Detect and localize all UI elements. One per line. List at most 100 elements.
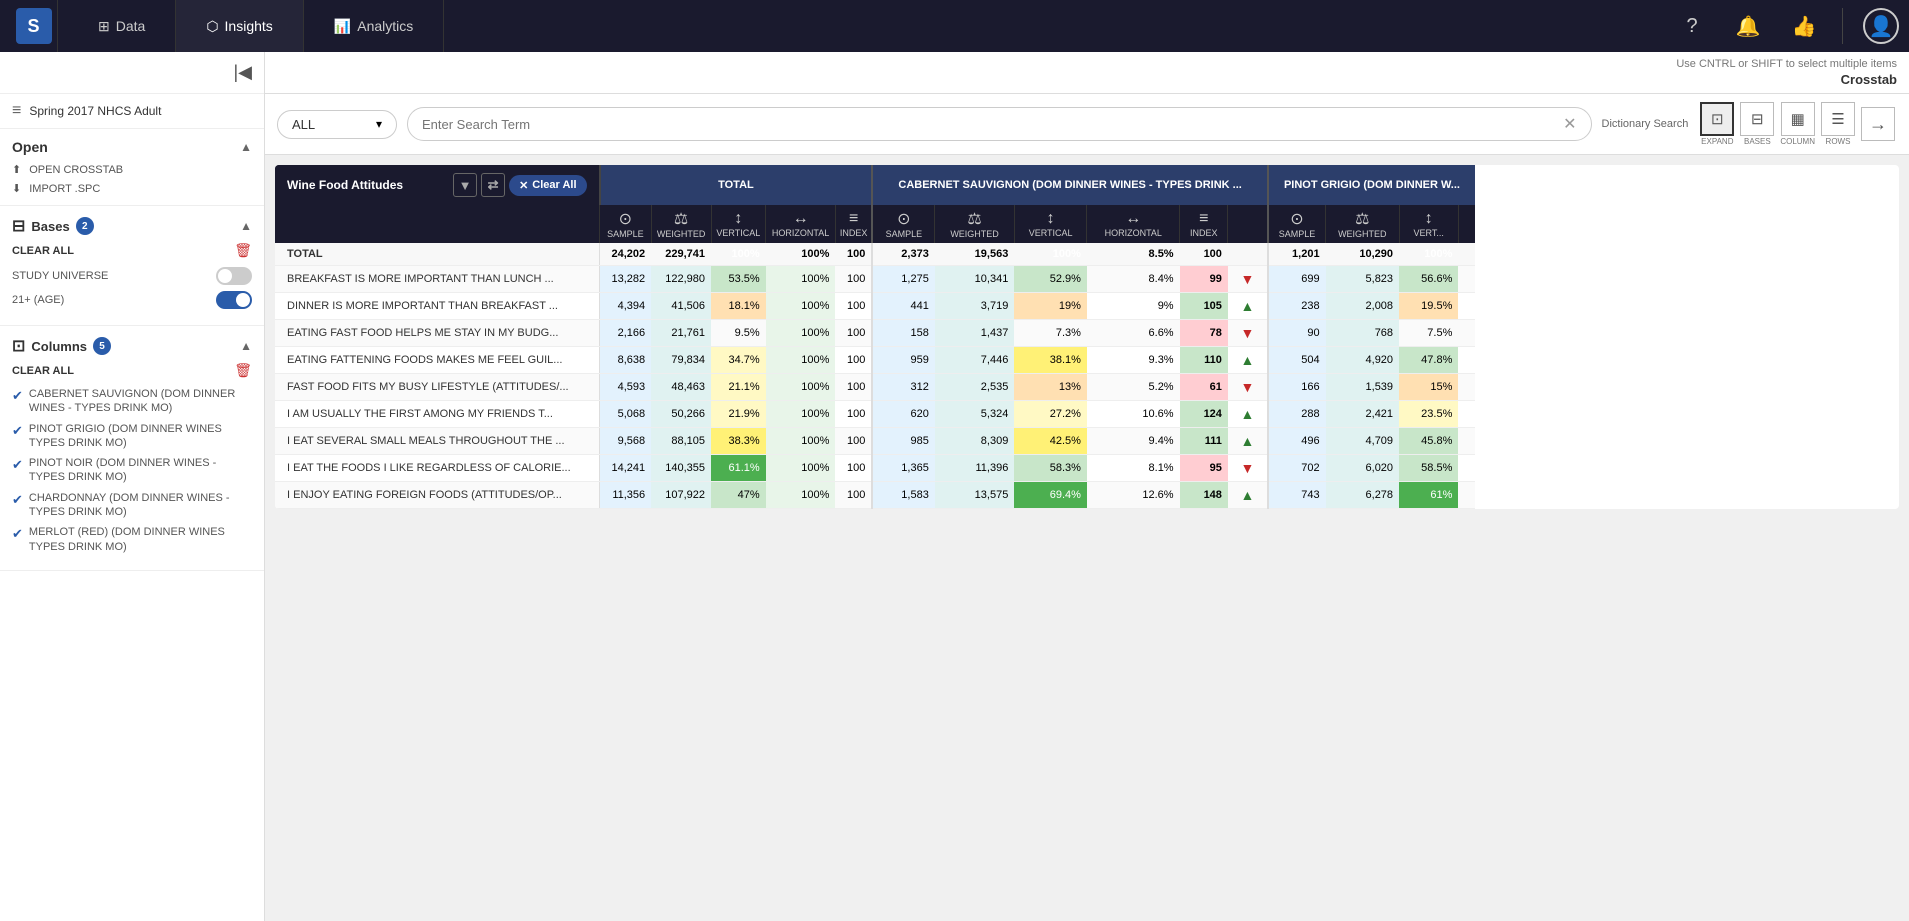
- data-cell: [1458, 293, 1475, 320]
- app-logo[interactable]: S: [10, 0, 58, 52]
- data-cell: 6,020: [1326, 455, 1399, 482]
- data-cell: 5,324: [935, 401, 1015, 428]
- arrow-cell: [1228, 243, 1268, 266]
- data-cell: 69.4%: [1014, 482, 1087, 509]
- data-cell: 768: [1326, 320, 1399, 347]
- col-chardonnay-label: CHARDONNAY (DOM DINNER WINES - TYPES DRI…: [29, 491, 252, 520]
- total-group-header: TOTAL: [600, 165, 873, 205]
- data-cell: [1458, 374, 1475, 401]
- data-cell: 100: [835, 347, 872, 374]
- table-row: FAST FOOD FITS MY BUSY LIFESTYLE (ATTITU…: [275, 374, 1475, 401]
- data-cell: 9.4%: [1087, 428, 1180, 455]
- data-cell: 27.2%: [1014, 401, 1087, 428]
- col-item-chardonnay: ✔ CHARDONNAY (DOM DINNER WINES - TYPES D…: [12, 491, 252, 520]
- help-icon[interactable]: ?: [1674, 8, 1710, 44]
- import-spc-label: IMPORT .SPC: [29, 183, 100, 195]
- crosstab-label: Crosstab: [1841, 72, 1897, 87]
- data-cell: 3,719: [935, 293, 1015, 320]
- like-icon[interactable]: 👍: [1786, 8, 1822, 44]
- data-cell: 5,068: [600, 401, 652, 428]
- data-cell: 13,575: [935, 482, 1015, 509]
- data-cell: 702: [1268, 455, 1326, 482]
- data-cell: 21.1%: [711, 374, 766, 401]
- data-cell: 58.3%: [1014, 455, 1087, 482]
- data-cell: 959: [872, 347, 934, 374]
- data-cell: 7.3%: [1014, 320, 1087, 347]
- data-cell: 100%: [711, 243, 766, 266]
- col-item-pinot-noir: ✔ PINOT NOIR (DOM DINNER WINES - TYPES D…: [12, 456, 252, 485]
- search-input[interactable]: [422, 117, 1557, 132]
- user-avatar[interactable]: 👤: [1863, 8, 1899, 44]
- data-cell: 13,282: [600, 266, 652, 293]
- col-pinot-grigio-check: ✔: [12, 423, 23, 439]
- data-cell: 620: [872, 401, 934, 428]
- data-cell: 41,506: [651, 293, 711, 320]
- nav-items: ⊞ Data ⬡ Insights 📊 Analytics: [68, 0, 1674, 52]
- row-label: EATING FAST FOOD HELPS ME STAY IN MY BUD…: [275, 320, 600, 347]
- row-label: FAST FOOD FITS MY BUSY LIFESTYLE (ATTITU…: [275, 374, 600, 401]
- search-box: ✕: [407, 107, 1592, 141]
- import-spc-link[interactable]: ⬇ IMPORT .SPC: [12, 182, 252, 195]
- data-cell: 699: [1268, 266, 1326, 293]
- nav-analytics[interactable]: 📊 Analytics: [304, 0, 444, 52]
- bases-view-button[interactable]: ⊟: [1740, 102, 1774, 136]
- open-crosstab-link[interactable]: ⬆ OPEN CROSSTAB: [12, 163, 252, 176]
- nav-data[interactable]: ⊞ Data: [68, 0, 176, 52]
- column-view-button[interactable]: ▦: [1781, 102, 1815, 136]
- table-row: I AM USUALLY THE FIRST AMONG MY FRIENDS …: [275, 401, 1475, 428]
- expand-view-button[interactable]: ⊡: [1700, 102, 1734, 136]
- bases-title: ⊟ Bases 2: [12, 216, 94, 236]
- swap-button[interactable]: ⇄: [481, 173, 505, 197]
- search-clear-icon[interactable]: ✕: [1563, 114, 1576, 134]
- export-button[interactable]: →: [1861, 107, 1895, 141]
- data-cell: 743: [1268, 482, 1326, 509]
- data-cell: 95: [1180, 455, 1228, 482]
- data-cell: 52.9%: [1014, 266, 1087, 293]
- data-cell: 4,920: [1326, 347, 1399, 374]
- table-area[interactable]: Wine Food Attitudes ▼ ⇄ ✕ Clea: [265, 155, 1909, 921]
- columns-clear-all-label: CLEAR ALL: [12, 365, 74, 377]
- top-navigation: S ⊞ Data ⬡ Insights 📊 Analytics ? 🔔 👍 👤: [0, 0, 1909, 52]
- clear-all-text: Clear All: [532, 179, 576, 191]
- data-cell: 100%: [1014, 243, 1087, 266]
- table-clear-all-button[interactable]: ✕ Clear All: [509, 175, 586, 196]
- toolbar-search-row: ALL ▾ ✕ Dictionary Search ⊡ EXPAND ⊟ BAS…: [265, 94, 1909, 155]
- study-universe-toggle[interactable]: [216, 267, 252, 285]
- data-cell: 21,761: [651, 320, 711, 347]
- data-cell: 23.5%: [1399, 401, 1458, 428]
- age-toggle[interactable]: [216, 291, 252, 309]
- row-label: I EAT THE FOODS I LIKE REGARDLESS OF CAL…: [275, 455, 600, 482]
- data-cell: 100%: [766, 293, 836, 320]
- data-cell: 2,166: [600, 320, 652, 347]
- data-cell: 13%: [1014, 374, 1087, 401]
- data-cell: 8,309: [935, 428, 1015, 455]
- notifications-icon[interactable]: 🔔: [1730, 8, 1766, 44]
- data-cell: 100: [835, 293, 872, 320]
- cab-group-header: CABERNET SAUVIGNON (DOM DINNER WINES - T…: [872, 165, 1268, 205]
- col-pinot-noir-check: ✔: [12, 457, 23, 473]
- data-cell: 61%: [1399, 482, 1458, 509]
- table-row: DINNER IS MORE IMPORTANT THAN BREAKFAST …: [275, 293, 1475, 320]
- data-cell: 53.5%: [711, 266, 766, 293]
- filter-dropdown[interactable]: ALL ▾: [277, 110, 397, 139]
- sidebar-collapse-button[interactable]: |◀: [233, 62, 252, 83]
- columns-delete-icon[interactable]: 🗑: [234, 362, 252, 379]
- cab-sample-header: ⊙ SAMPLE: [872, 205, 934, 243]
- data-cell: 100: [835, 482, 872, 509]
- analytics-icon: 📊: [334, 18, 351, 35]
- data-cell: 11,356: [600, 482, 652, 509]
- filter-button[interactable]: ▼: [453, 173, 477, 197]
- data-cell: 100%: [766, 428, 836, 455]
- total-index-header: ≡ INDEX: [835, 205, 872, 243]
- table-filter-bar: ▼ ⇄: [453, 173, 505, 197]
- bases-delete-icon[interactable]: 🗑: [234, 242, 252, 259]
- export-view-group: →: [1861, 107, 1895, 141]
- bases-view-label: BASES: [1744, 137, 1771, 146]
- rows-view-button[interactable]: ☰: [1821, 102, 1855, 136]
- cab-vertical-header: ↕ VERTICAL: [1014, 205, 1087, 243]
- col-pinot-noir-label: PINOT NOIR (DOM DINNER WINES - TYPES DRI…: [29, 456, 252, 485]
- data-cell: 100%: [766, 401, 836, 428]
- data-cell: 11,396: [935, 455, 1015, 482]
- pg-weighted-header: ⚖ WEIGHTED: [1326, 205, 1399, 243]
- nav-insights[interactable]: ⬡ Insights: [176, 0, 303, 52]
